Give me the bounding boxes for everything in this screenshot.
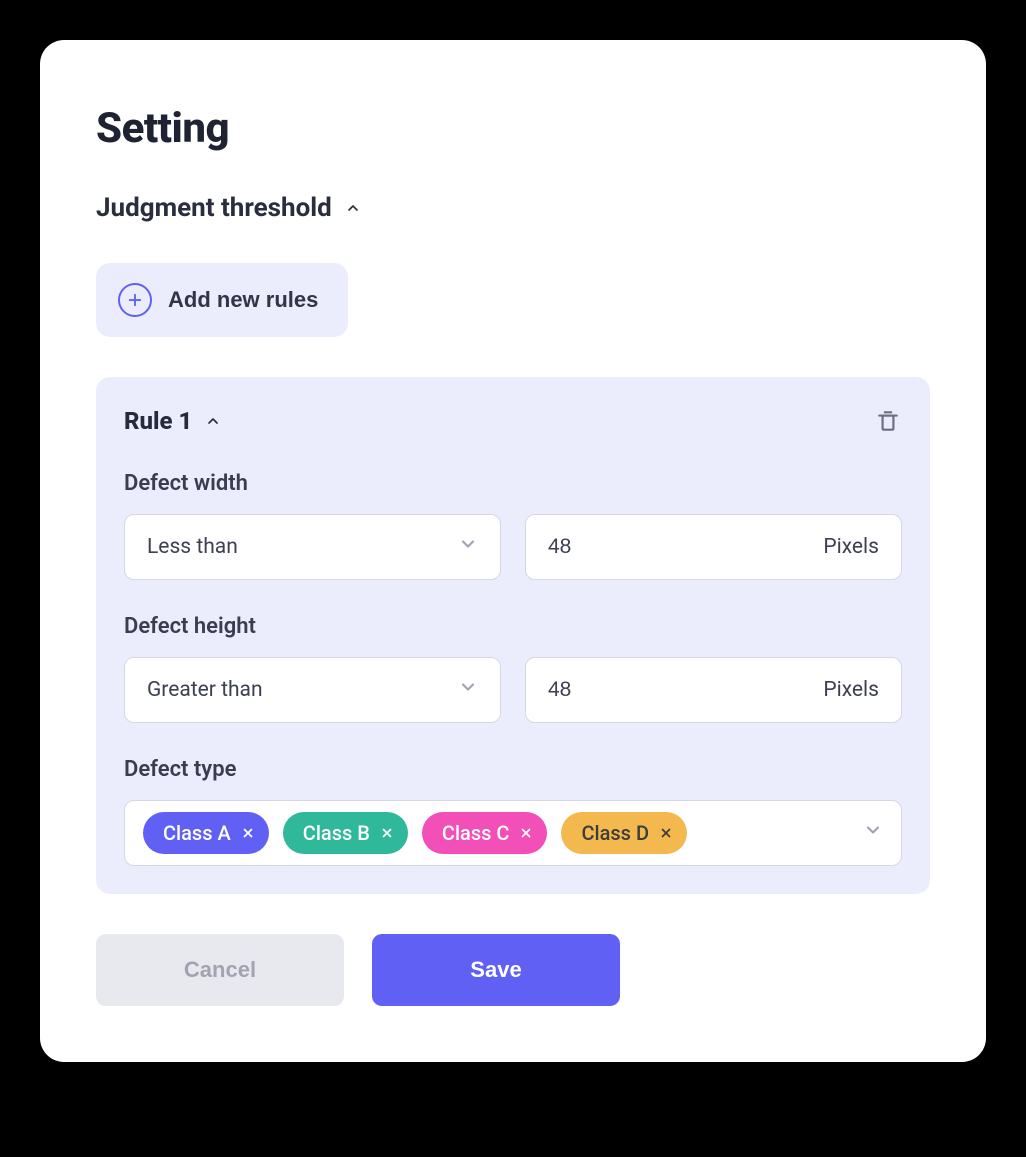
defect-height-value-field[interactable]: Pixels [525,657,902,723]
defect-width-input[interactable] [548,535,747,559]
remove-tag-class-c[interactable] [519,826,533,840]
chevron-down-icon [458,677,478,703]
defect-type-select[interactable]: Class A Class B Class C [124,800,902,866]
select-value: Less than [147,535,238,559]
chevron-up-icon [204,412,222,430]
remove-tag-class-b[interactable] [380,826,394,840]
section-label: Judgment threshold [96,193,332,223]
defect-width-row: Less than Pixels [124,514,902,580]
defect-height-operator-select[interactable]: Greater than [124,657,501,723]
tag-class-a: Class A [143,812,269,854]
defect-height-input[interactable] [548,678,747,702]
rule-panel: Rule 1 Defect width Less than [96,377,930,894]
tag-label: Class B [303,821,370,845]
rule-toggle[interactable]: Rule 1 [124,407,222,435]
delete-rule-button[interactable] [874,407,902,435]
save-button[interactable]: Save [372,934,620,1006]
tag-class-c: Class C [422,812,548,854]
defect-type-label: Defect type [124,757,902,782]
chevron-down-icon [863,820,883,846]
unit-label: Pixels [823,535,879,559]
section-judgment-threshold-toggle[interactable]: Judgment threshold [96,193,930,223]
tag-class-b: Class B [283,812,408,854]
rule-header: Rule 1 [124,407,902,435]
add-new-rules-button[interactable]: Add new rules [96,263,348,337]
rule-title: Rule 1 [124,407,192,435]
remove-tag-class-d[interactable] [659,826,673,840]
defect-height-label: Defect height [124,614,902,639]
add-button-label: Add new rules [168,287,318,313]
tag-label: Class C [442,821,510,845]
page-title: Setting [96,104,930,153]
settings-card: Setting Judgment threshold Add new rules… [40,40,986,1062]
chevron-down-icon [458,534,478,560]
tag-label: Class A [163,821,231,845]
chevron-up-icon [344,199,362,217]
select-value: Greater than [147,678,263,702]
plus-circle-icon [118,283,152,317]
defect-width-operator-select[interactable]: Less than [124,514,501,580]
tag-label: Class D [581,821,649,845]
defect-width-value-field[interactable]: Pixels [525,514,902,580]
unit-label: Pixels [823,678,879,702]
remove-tag-class-a[interactable] [241,826,255,840]
cancel-button[interactable]: Cancel [96,934,344,1006]
defect-height-row: Greater than Pixels [124,657,902,723]
defect-width-label: Defect width [124,471,902,496]
tag-class-d: Class D [561,812,687,854]
footer-actions: Cancel Save [96,934,930,1006]
